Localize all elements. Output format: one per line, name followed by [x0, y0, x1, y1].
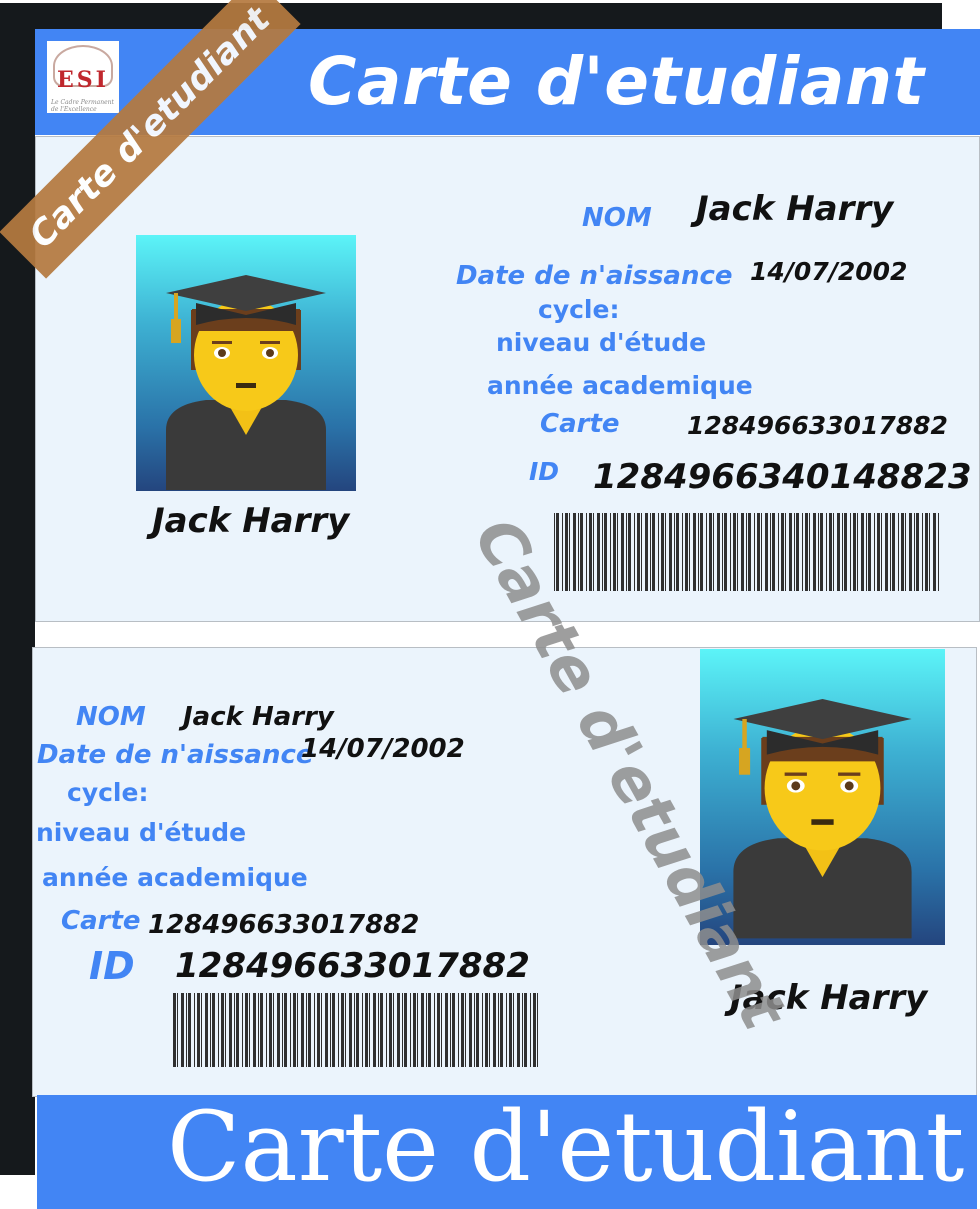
header-title: Carte d'etudiant: [308, 43, 925, 120]
logo-motto: Le Cadre Permanent de l'Excellence: [51, 99, 114, 113]
nom-label: NOM: [582, 203, 652, 233]
nom-label-back: NOM: [76, 702, 146, 732]
id-label: ID: [529, 457, 560, 486]
card-footer: Carte d'etudiant: [37, 1091, 977, 1209]
student-photo-front: [136, 235, 356, 491]
dob-label: Date de n'aissance: [456, 261, 733, 291]
dob-value: 14/07/2002: [750, 257, 908, 286]
carte-label-back: Carte: [61, 906, 141, 936]
id-value: 1284966340148823: [593, 457, 972, 497]
footer-title: Carte d'etudiant: [167, 1091, 965, 1203]
carte-label: Carte: [540, 409, 620, 439]
carte-value: 128496633017882: [687, 411, 948, 440]
id-label-back: ID: [89, 944, 135, 988]
cycle-label-back: cycle:: [67, 778, 149, 807]
student-card: ESI Le Cadre Permanent de l'Excellence C…: [32, 29, 980, 1209]
barcode-back: [173, 993, 538, 1067]
barcode-front: [554, 513, 939, 591]
student-graduate-icon: [166, 275, 326, 490]
dob-value-back: 14/07/2002: [301, 734, 465, 764]
nom-value: Jack Harry: [696, 189, 894, 229]
id-value-back: 128496633017882: [175, 946, 530, 986]
carte-value-back: 128496633017882: [148, 910, 420, 940]
niveau-label-back: niveau d'étude: [36, 818, 247, 847]
annee-label-back: année academique: [42, 863, 308, 892]
card-back-panel: Jack Harry NOM Jack Harry Date de n'aiss…: [32, 647, 977, 1097]
dob-label-back: Date de n'aissance: [37, 740, 314, 770]
cycle-label: cycle:: [538, 295, 620, 324]
photo-name-front: Jack Harry: [152, 501, 350, 541]
esi-logo: ESI Le Cadre Permanent de l'Excellence: [47, 41, 119, 113]
niveau-label: niveau d'étude: [496, 328, 707, 357]
logo-text: ESI: [57, 67, 109, 93]
annee-label: année academique: [487, 371, 753, 400]
nom-value-back: Jack Harry: [183, 702, 334, 732]
